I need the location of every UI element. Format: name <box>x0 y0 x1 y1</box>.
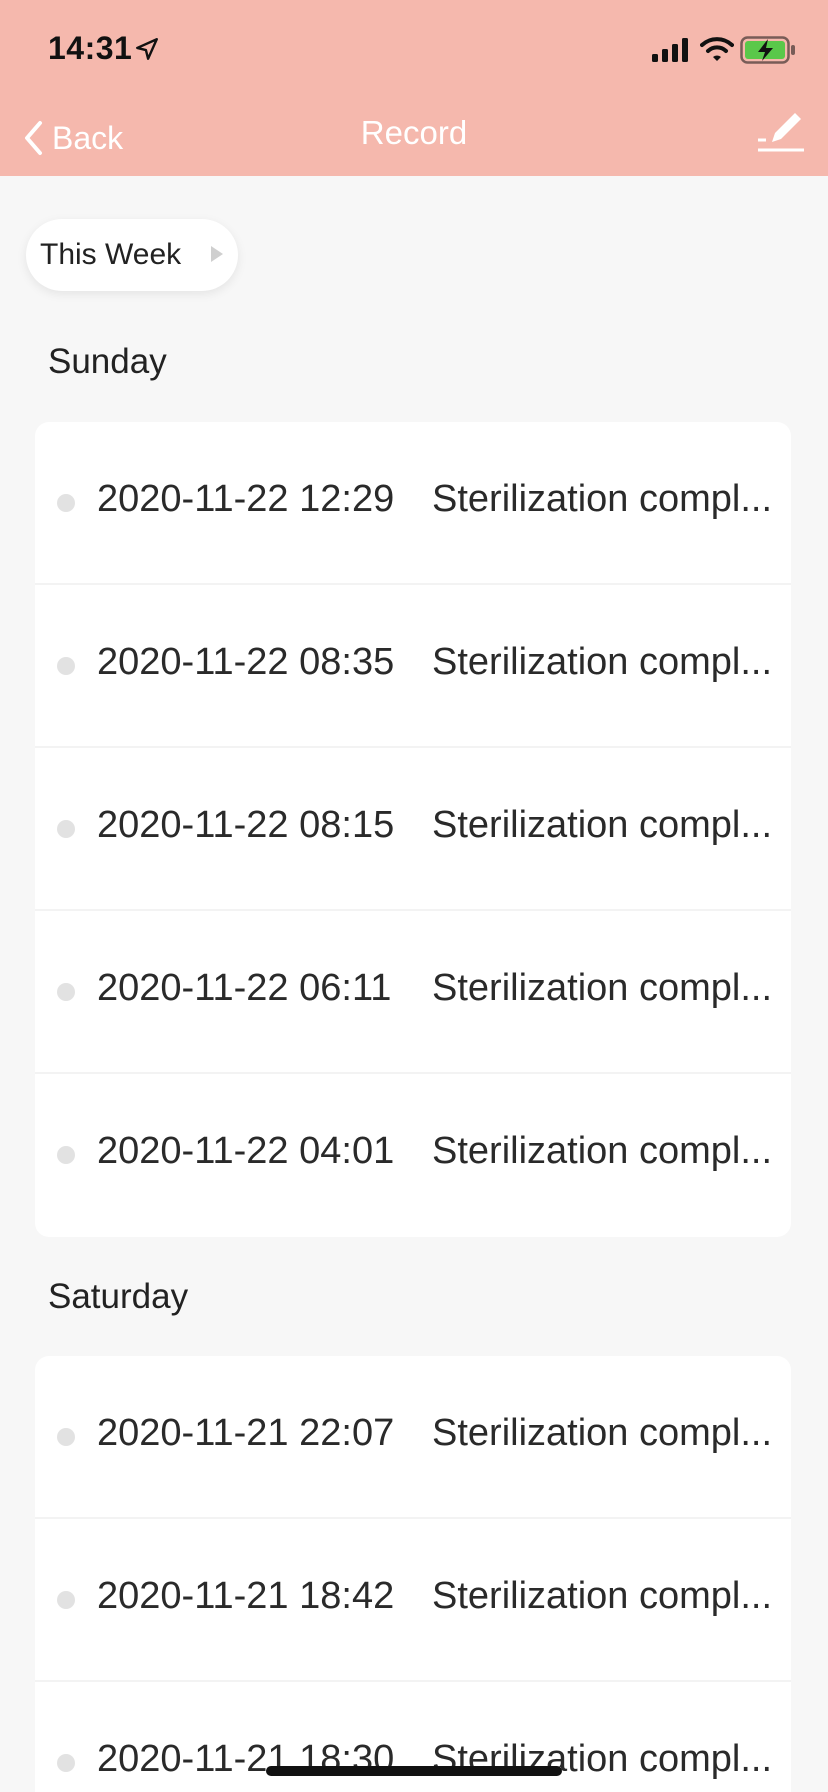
section-title-sunday: Sunday <box>48 342 167 381</box>
header: 14:31 Back Record <box>0 0 828 176</box>
record-row[interactable]: 2020-11-21 18:42 Sterilization compl... <box>35 1519 791 1682</box>
record-time: 2020-11-22 12:29 <box>97 478 395 520</box>
record-status: Sterilization compl... <box>432 1130 773 1172</box>
status-bar: 14:31 <box>0 0 828 100</box>
record-time: 2020-11-21 22:07 <box>97 1412 395 1454</box>
bullet-dot <box>57 820 75 838</box>
bullet-dot <box>57 1146 75 1164</box>
location-arrow-icon <box>136 38 158 60</box>
bullet-dot <box>57 657 75 675</box>
wifi-icon <box>700 37 734 61</box>
record-row[interactable]: 2020-11-21 22:07 Sterilization compl... <box>35 1356 791 1519</box>
bullet-dot <box>57 1754 75 1772</box>
week-filter-label: This Week <box>40 238 182 271</box>
status-time: 14:31 <box>48 30 133 66</box>
record-time: 2020-11-22 08:15 <box>97 804 395 846</box>
week-filter-button[interactable]: This Week <box>26 219 238 291</box>
nav-bar: Back Record <box>0 100 828 176</box>
record-time: 2020-11-22 04:01 <box>97 1130 395 1172</box>
section-title-saturday: Saturday <box>48 1277 189 1316</box>
bullet-dot <box>57 1428 75 1446</box>
screen: 14:31 Back Record This Week Sunday 2020-… <box>0 0 828 1792</box>
record-row[interactable]: 2020-11-22 12:29 Sterilization compl... <box>35 422 791 585</box>
bullet-dot <box>57 494 75 512</box>
record-status: Sterilization compl... <box>432 641 773 683</box>
record-row[interactable]: 2020-11-22 08:35 Sterilization compl... <box>35 585 791 748</box>
record-card-saturday: 2020-11-21 22:07 Sterilization compl... … <box>35 1356 791 1792</box>
record-row[interactable]: 2020-11-22 04:01 Sterilization compl... <box>35 1074 791 1237</box>
home-indicator[interactable] <box>266 1766 562 1776</box>
battery-charging-icon <box>740 36 795 64</box>
record-status: Sterilization compl... <box>432 1412 773 1454</box>
record-card-sunday: 2020-11-22 12:29 Sterilization compl... … <box>35 422 791 1237</box>
record-time: 2020-11-22 06:11 <box>97 967 392 1009</box>
record-row[interactable]: 2020-11-22 08:15 Sterilization compl... <box>35 748 791 911</box>
bullet-dot <box>57 983 75 1001</box>
edit-pencil-icon[interactable] <box>756 110 806 156</box>
record-time: 2020-11-22 08:35 <box>97 641 395 683</box>
page-title: Record <box>360 114 468 151</box>
bullet-dot <box>57 1591 75 1609</box>
record-status: Sterilization compl... <box>432 967 773 1009</box>
record-status: Sterilization compl... <box>432 804 773 846</box>
triangle-right-icon <box>211 246 223 262</box>
record-time: 2020-11-21 18:42 <box>97 1575 395 1617</box>
record-status: Sterilization compl... <box>432 1575 773 1617</box>
signal-icon <box>652 38 688 62</box>
record-row[interactable]: 2020-11-22 06:11 Sterilization compl... <box>35 911 791 1074</box>
record-status: Sterilization compl... <box>432 478 773 520</box>
